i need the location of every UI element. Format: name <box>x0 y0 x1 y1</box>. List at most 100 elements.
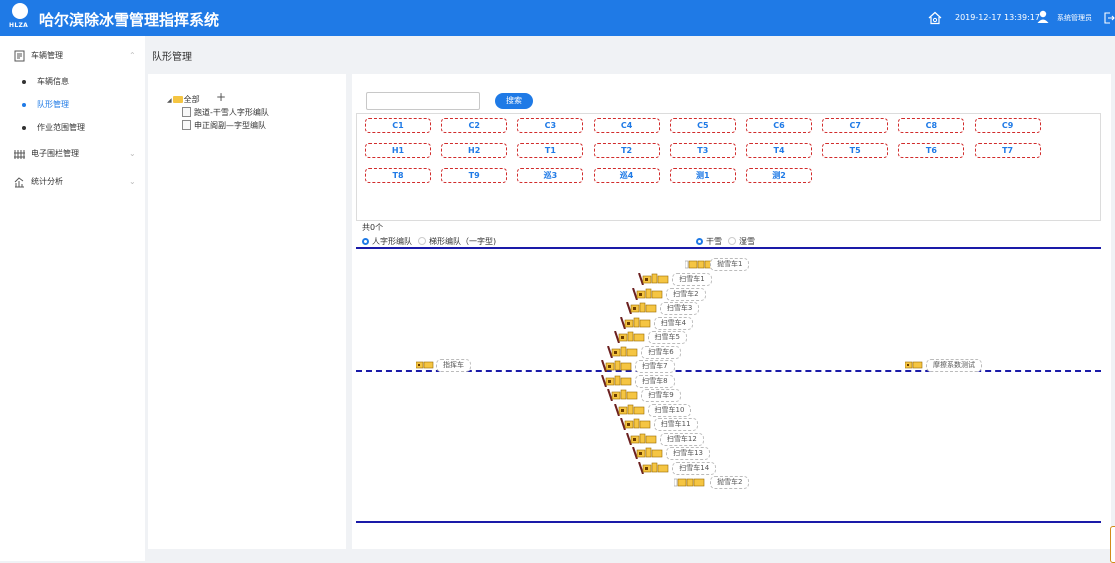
datetime: 2019-12-17 13:39:17 <box>955 13 1040 22</box>
tree-root[interactable]: ◢ 全部 <box>167 94 200 105</box>
vehicle-button[interactable]: C6 <box>746 118 812 133</box>
vehicle-label: 扫雪车12 <box>659 432 704 446</box>
app-title: 哈尔滨除冰雪管理指挥系统 <box>39 11 220 29</box>
vehicle-label: 抛雪车2 <box>710 476 750 489</box>
menu-statistics[interactable]: 统计分析 ⌄ <box>0 171 145 193</box>
fence-icon <box>14 150 25 159</box>
vehicle-label: 扫雪车13 <box>666 447 711 460</box>
vehicle-button[interactable]: 测2 <box>746 168 812 183</box>
tree-node-label: 跑道-干雪人字形编队 <box>194 108 269 117</box>
vehicle-button[interactable]: T6 <box>898 143 965 158</box>
vehicle-button[interactable]: 巡4 <box>593 168 660 183</box>
vehicle-button[interactable]: C9 <box>974 118 1041 133</box>
vehicle-button[interactable]: 巡3 <box>517 168 584 183</box>
radio-ladder[interactable]: 梯形编队（一字型) <box>418 236 496 247</box>
road-edge-top <box>356 247 1101 249</box>
sidebar-item-label: 队形管理 <box>37 100 69 109</box>
vehicle-label: 扫雪车9 <box>641 389 681 402</box>
vehicle-button[interactable]: C5 <box>669 118 736 133</box>
vehicle-button[interactable]: H1 <box>365 143 431 158</box>
logo-text: HLZA <box>9 22 29 29</box>
sidebar-item-vehicle-info[interactable]: 车辆信息 <box>0 71 145 93</box>
search-input[interactable] <box>366 92 480 110</box>
menu-vehicle-management[interactable]: 车辆管理 ⌃ <box>0 45 145 67</box>
tree-node[interactable]: 跑道-干雪人字形编队 <box>182 107 269 118</box>
vehicle-label: 扫雪车5 <box>647 331 687 344</box>
document-icon <box>182 107 191 117</box>
vehicle-label: 扫雪车6 <box>641 345 681 359</box>
formation-editor-panel: 搜索 C1 C2 C3 C4 C5 C6 C7 C8 C9 H1 H2 T1 T2 T3 T4 T5 T6 T7 T… <box>352 74 1111 549</box>
vehicle-label: 扫雪车4 <box>653 316 694 330</box>
vehicle-button[interactable]: T8 <box>365 168 431 183</box>
sidebar-item-formation[interactable]: 队形管理 <box>0 94 145 116</box>
scroll-handle[interactable] <box>1110 526 1115 563</box>
bullet-icon <box>22 103 26 107</box>
radio-label: 干雪 <box>706 237 722 246</box>
vehicle-button[interactable]: C8 <box>898 118 965 133</box>
radio-wet-snow[interactable]: 湿雪 <box>728 236 755 247</box>
stats-icon <box>14 177 24 188</box>
vehicle-label: 扫雪车1 <box>672 273 712 286</box>
vehicle-button[interactable]: T4 <box>746 143 812 158</box>
chevron-down-icon: ⌄ <box>129 149 136 158</box>
radio-checked-icon <box>696 238 703 245</box>
vehicle-button[interactable]: T9 <box>441 168 508 183</box>
home-icon[interactable] <box>928 11 942 25</box>
menu-label: 统计分析 <box>31 177 63 186</box>
document-icon <box>182 120 191 130</box>
radio-label: 人字形编队 <box>372 237 412 246</box>
chevron-down-icon: ⌄ <box>129 177 136 186</box>
vehicle-button[interactable]: 测1 <box>669 168 736 183</box>
vehicle-doc-icon <box>14 50 25 62</box>
vehicle-button[interactable]: T5 <box>822 143 889 158</box>
menu-fence-management[interactable]: 电子围栏管理 ⌄ <box>0 143 145 165</box>
vehicle-label: 扫雪车14 <box>672 461 717 475</box>
logout-icon[interactable] <box>1104 12 1115 24</box>
vehicle-label: 扫雪车7 <box>635 360 675 373</box>
radio-dry-snow[interactable]: 干雪 <box>696 236 722 247</box>
logo: HLZA <box>9 3 31 31</box>
sidebar-item-label: 车辆信息 <box>37 77 69 86</box>
vehicle-button[interactable]: T1 <box>517 143 584 158</box>
radio-unchecked-icon <box>728 237 736 245</box>
tree-node-label: 申正阁副—字型编队 <box>194 121 266 130</box>
vehicle-button[interactable]: C1 <box>365 118 431 133</box>
vehicle-label: 抛雪车1 <box>710 258 750 271</box>
bullet-icon <box>22 80 26 84</box>
vehicle-button[interactable]: T3 <box>669 143 736 158</box>
radio-label: 湿雪 <box>739 237 755 246</box>
chevron-up-icon: ⌃ <box>129 51 136 60</box>
vehicle-button[interactable]: T2 <box>593 143 660 158</box>
radio-label: 梯形编队（一字型) <box>429 237 497 246</box>
radio-unchecked-icon <box>418 237 426 245</box>
top-bar: HLZA 哈尔滨除冰雪管理指挥系统 2019-12-17 13:39:17 系统… <box>0 0 1115 36</box>
vehicle-label: 指挥车 <box>436 359 471 372</box>
bullet-icon <box>22 126 26 130</box>
sidebar: 车辆管理 ⌃ 车辆信息 队形管理 作业范围管理 电子围栏管理 ⌄ 统计分析 ⌄ <box>0 36 145 561</box>
sidebar-item-work-area[interactable]: 作业范围管理 <box>0 117 145 139</box>
vehicle-button[interactable]: H2 <box>441 143 508 158</box>
vehicle-pool: C1 C2 C3 C4 C5 C6 C7 C8 C9 H1 H2 T1 T2 T3 T4 T5 T6 T7 T8 T9… <box>356 113 1101 221</box>
caret-down-icon: ◢ <box>167 97 172 104</box>
vehicle-count: 共0个 <box>362 223 384 232</box>
vehicle-label: 扫雪车3 <box>659 302 700 315</box>
tree-node[interactable]: 申正阁副—字型编队 <box>182 120 266 131</box>
road-edge-bottom <box>356 521 1101 523</box>
vehicle-label: 扫雪车2 <box>666 287 706 301</box>
radio-checked-icon <box>362 238 369 245</box>
vehicle-button[interactable]: C4 <box>593 118 660 133</box>
page-title: 队形管理 <box>152 52 192 63</box>
search-button[interactable]: 搜索 <box>495 93 533 109</box>
radio-herringbone[interactable]: 人字形编队 <box>362 236 412 247</box>
vehicle-button[interactable]: C7 <box>822 118 889 133</box>
vehicle-button[interactable]: C2 <box>441 118 508 133</box>
vehicle-button[interactable]: C3 <box>517 118 584 133</box>
formation-tree-panel: ◢ 全部 + 跑道-干雪人字形编队 申正阁副—字型编队 <box>148 74 346 549</box>
add-formation-button[interactable]: + <box>216 90 226 104</box>
vehicle-label: 扫雪车10 <box>647 403 692 417</box>
user-name[interactable]: 系统管理员 <box>1057 13 1092 23</box>
vehicle-label: 扫雪车11 <box>653 418 698 431</box>
vehicle-button[interactable]: T7 <box>974 143 1041 158</box>
menu-label: 电子围栏管理 <box>31 149 79 158</box>
folder-icon <box>172 96 183 103</box>
